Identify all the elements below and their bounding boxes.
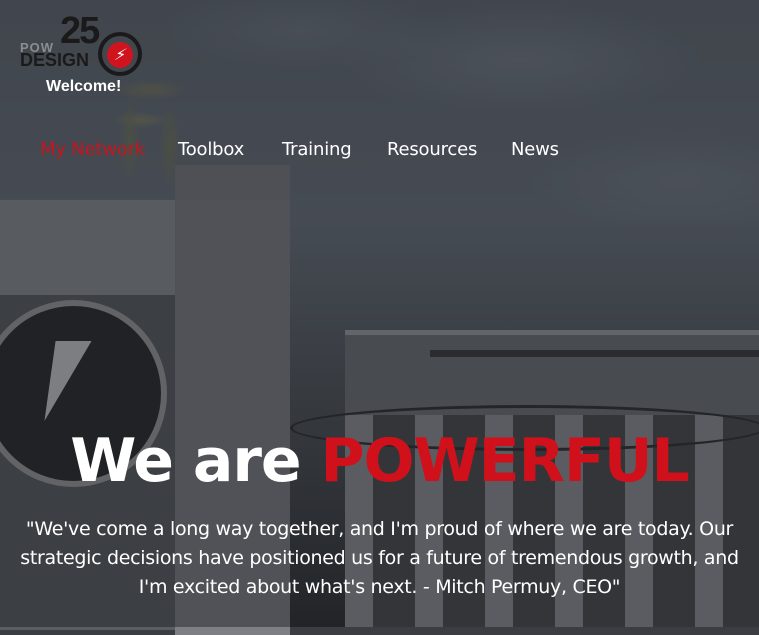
nav-item-news[interactable]: News <box>511 139 559 160</box>
nav-item-resources[interactable]: Resources <box>387 139 477 160</box>
site-logo[interactable]: 25 ⚡ POW DESIGN <box>20 10 145 76</box>
hero-title: We are POWERFUL <box>0 425 759 497</box>
welcome-text: Welcome! <box>46 78 122 95</box>
ceo-quote: "We've come a long way together, and I'm… <box>20 518 739 598</box>
hero-title-plain: We are <box>70 426 321 496</box>
main-nav: My Network Toolbox Training Resources Ne… <box>0 139 759 165</box>
nav-item-my-network[interactable]: My Network <box>40 139 145 160</box>
nav-item-toolbox[interactable]: Toolbox <box>178 139 244 160</box>
nav-item-training[interactable]: Training <box>282 139 352 160</box>
logo-word-bottom: DESIGN <box>20 50 90 70</box>
logo-anniversary-number: 25 <box>60 10 100 52</box>
hero-title-accent: POWERFUL <box>320 426 690 496</box>
